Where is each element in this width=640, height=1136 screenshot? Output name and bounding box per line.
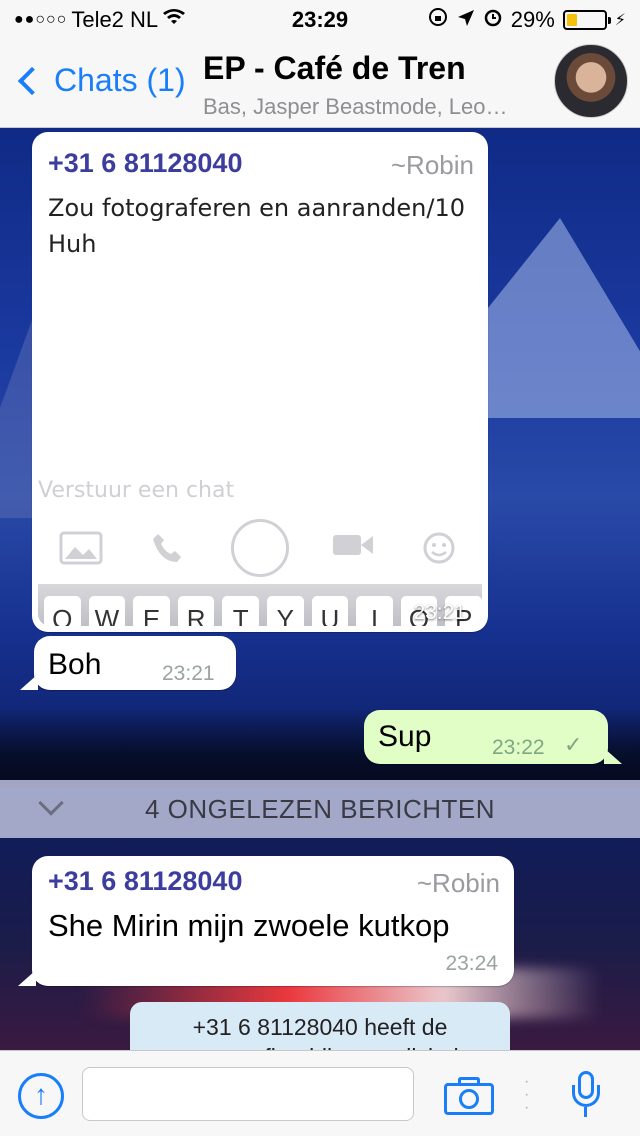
back-button[interactable]: Chats (1) bbox=[14, 62, 186, 99]
attach-button[interactable]: ↑ bbox=[18, 1073, 64, 1119]
phone-icon bbox=[145, 531, 189, 565]
message-sender-number[interactable]: +31 6 81128040 bbox=[48, 866, 242, 897]
back-button-label: Chats (1) bbox=[54, 62, 186, 98]
microphone-icon bbox=[584, 1107, 587, 1117]
system-notice: +31 6 81128040 heeft de groepsafbeelding… bbox=[130, 1002, 510, 1050]
screenshot-placeholder: Verstuur een chat bbox=[38, 478, 235, 503]
chevron-left-icon bbox=[17, 66, 47, 95]
image-message-bubble[interactable]: +31 6 81128040 ~Robin Zou fotograferen e… bbox=[32, 132, 488, 632]
message-sender-name: ~Robin bbox=[390, 150, 474, 180]
keyboard-key: U bbox=[311, 596, 349, 626]
unread-messages-label: 4 ONGELEZEN BERICHTEN bbox=[144, 793, 495, 824]
microphone-button[interactable] bbox=[570, 1071, 600, 1121]
message-input[interactable] bbox=[82, 1067, 414, 1121]
separator-dots: · · · bbox=[524, 1073, 530, 1116]
message-input-bar: ↑ · · · bbox=[0, 1050, 640, 1136]
status-time: 23:29 bbox=[291, 7, 349, 32]
screenshot-text: Zou fotograferen en aanranden/10 Huh bbox=[48, 190, 465, 262]
keyboard-key: T bbox=[222, 596, 259, 626]
battery-icon bbox=[562, 10, 611, 30]
group-avatar[interactable] bbox=[554, 44, 628, 118]
unread-messages-banner[interactable]: 4 ONGELEZEN BERICHTEN bbox=[0, 780, 640, 838]
message-text: She Mirin mijn zwoele kutkop bbox=[48, 908, 450, 943]
battery-level bbox=[566, 14, 578, 26]
screenshot-text-line: Zou fotograferen en aanranden/10 bbox=[48, 194, 466, 222]
message-text: Boh bbox=[48, 648, 102, 681]
outgoing-message-bubble[interactable]: Sup 23:22 ✓ bbox=[364, 710, 622, 764]
message-sender-number[interactable]: +31 6 81128040 bbox=[48, 148, 242, 179]
wifi-icon bbox=[162, 8, 186, 32]
rotation-lock-icon bbox=[427, 6, 449, 34]
signal-strength-icon: ●●○○○ bbox=[14, 11, 68, 28]
keyboard-key: E bbox=[133, 596, 170, 626]
check-icon: ✓ bbox=[564, 732, 583, 757]
nav-bar: Chats (1) EP - Café de Tren Bas, Jasper … bbox=[0, 40, 640, 128]
keyboard-key: Q bbox=[44, 596, 81, 626]
chat-area[interactable]: +31 6 81128040 ~Robin Zou fotograferen e… bbox=[0, 128, 640, 1050]
message-time: 23:21 bbox=[162, 662, 215, 685]
microphone-icon bbox=[572, 1085, 600, 1107]
message-time: 23:24 bbox=[445, 952, 498, 975]
charging-icon: ⚡ bbox=[614, 12, 626, 29]
keyboard-key: Y bbox=[266, 596, 304, 626]
message-time: 23:21 bbox=[413, 601, 466, 624]
alarm-icon bbox=[483, 7, 503, 33]
camera-icon bbox=[459, 1089, 479, 1109]
incoming-message-bubble[interactable]: +31 6 81128040 ~Robin She Mirin mijn zwo… bbox=[18, 856, 514, 986]
screenshot-text-line: Huh bbox=[48, 230, 97, 258]
keyboard-key: W bbox=[88, 596, 126, 626]
emoji-icon bbox=[417, 531, 461, 565]
capture-circle-icon bbox=[231, 519, 289, 577]
chat-members[interactable]: Bas, Jasper Beastmode, Leo… bbox=[203, 94, 543, 120]
keyboard-key: R bbox=[177, 596, 215, 626]
screenshot-toolbar bbox=[38, 518, 482, 578]
chat-title[interactable]: EP - Café de Tren bbox=[203, 50, 466, 87]
battery-percentage: 29% bbox=[510, 7, 555, 32]
incoming-message-bubble[interactable]: Boh 23:21 bbox=[20, 636, 236, 690]
video-icon bbox=[331, 531, 375, 565]
message-text: Sup bbox=[378, 720, 432, 753]
camera-button[interactable] bbox=[444, 1075, 496, 1115]
status-bar: ●●○○○ Tele2 NL 23:29 29% ⚡ bbox=[0, 0, 640, 40]
attach-icon: ↑ bbox=[34, 1079, 48, 1110]
shared-screenshot-image[interactable]: +31 6 81128040 ~Robin Zou fotograferen e… bbox=[38, 138, 482, 626]
keyboard-key: I bbox=[356, 596, 393, 626]
message-sender-name: ~Robin bbox=[416, 868, 500, 898]
message-time: 23:22 bbox=[492, 736, 545, 759]
location-icon bbox=[457, 7, 475, 33]
carrier-name: Tele2 NL bbox=[71, 7, 159, 32]
image-icon bbox=[59, 531, 103, 565]
